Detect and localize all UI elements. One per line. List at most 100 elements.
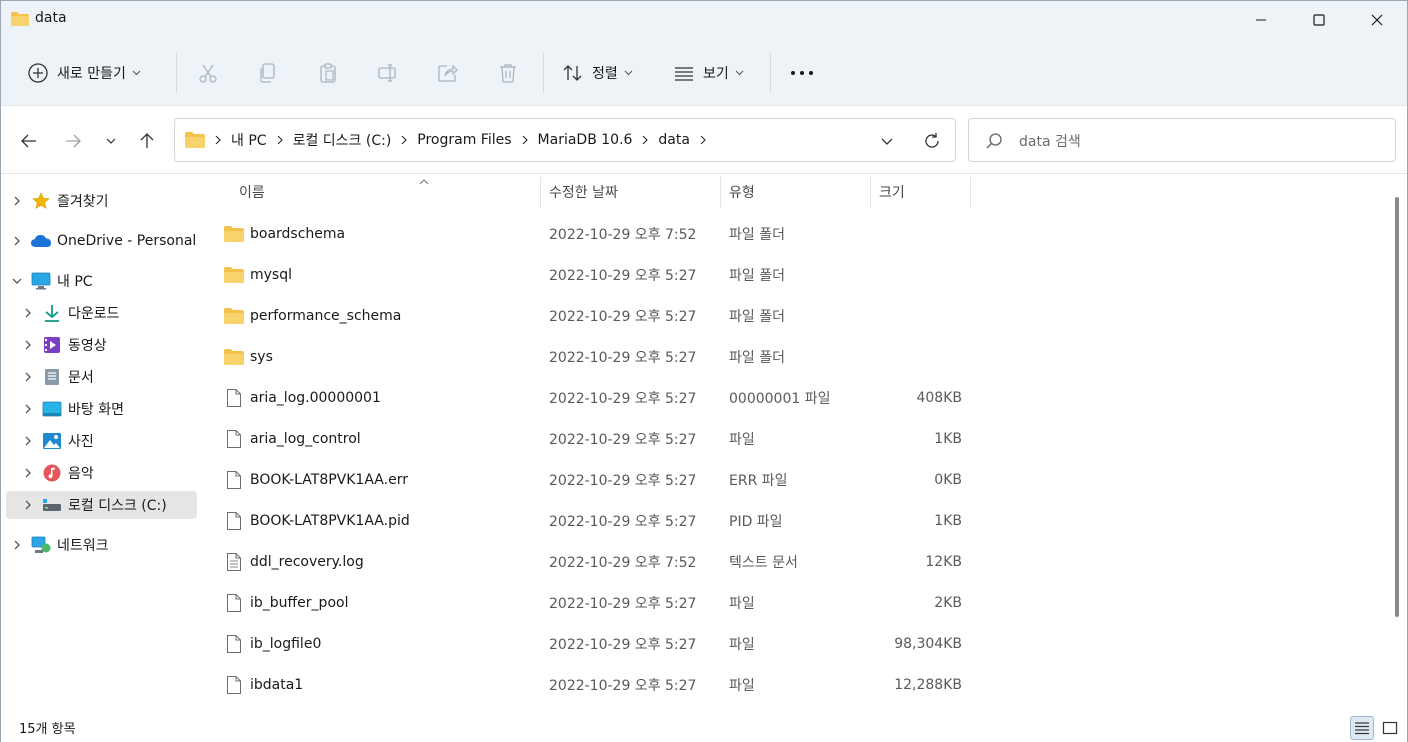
delete-button[interactable] [497, 39, 519, 106]
breadcrumb-item[interactable]: data [658, 132, 690, 148]
sort-button[interactable]: 정렬 [562, 39, 633, 106]
chevron-right-icon[interactable] [9, 193, 25, 209]
sidebar-item-local-disk[interactable]: 로컬 디스크 (C:) [6, 491, 197, 519]
copy-button[interactable] [257, 39, 279, 106]
chevron-right-icon[interactable] [642, 135, 649, 145]
sort-ascending-icon [419, 173, 429, 189]
sidebar-item-this-pc[interactable]: 내 PC [9, 267, 93, 295]
table-row[interactable]: aria_log_control 2022-10-29 오후 5:27 파일 1KB [200, 418, 1200, 459]
table-row[interactable]: mysql 2022-10-29 오후 5:27 파일 폴더 [200, 254, 1200, 295]
column-divider[interactable] [970, 177, 971, 209]
chevron-right-icon[interactable] [20, 433, 36, 449]
address-history-button[interactable] [875, 129, 899, 153]
chevron-right-icon[interactable] [20, 369, 36, 385]
file-name-cell[interactable]: performance_schema [224, 295, 401, 336]
sidebar-item-favorites[interactable]: 즐겨찾기 [9, 187, 109, 215]
table-row[interactable]: ib_logfile0 2022-10-29 오후 5:27 파일 98,304KB [200, 623, 1200, 664]
chevron-right-icon[interactable] [9, 537, 25, 553]
column-divider[interactable] [870, 177, 871, 209]
column-header-date[interactable]: 수정한 날짜 [549, 175, 719, 209]
paste-button[interactable] [317, 39, 339, 106]
recent-locations-button[interactable] [96, 126, 126, 156]
search-input[interactable]: data 검색 [968, 118, 1396, 162]
sidebar-item-pictures[interactable]: 사진 [20, 427, 94, 455]
download-icon [42, 303, 62, 323]
chevron-right-icon[interactable] [215, 135, 221, 145]
sidebar-item-network[interactable]: 네트워크 [9, 531, 109, 559]
column-header-label: 크기 [879, 185, 905, 201]
breadcrumb-item[interactable]: 로컬 디스크 (C:) [293, 130, 392, 150]
clipboard-icon [320, 62, 336, 83]
close-button[interactable] [1348, 1, 1406, 39]
column-divider[interactable] [540, 177, 541, 209]
file-name-cell[interactable]: BOOK-LAT8PVK1AA.pid [224, 500, 410, 541]
chevron-right-icon[interactable] [522, 135, 528, 145]
file-name-cell[interactable]: BOOK-LAT8PVK1AA.err [224, 459, 408, 500]
chevron-right-icon[interactable] [9, 233, 25, 249]
file-name-cell[interactable]: aria_log.00000001 [224, 377, 381, 418]
network-icon [31, 535, 51, 555]
table-row[interactable]: BOOK-LAT8PVK1AA.err 2022-10-29 오후 5:27 ERR… [200, 459, 1200, 500]
column-header-type[interactable]: 유형 [729, 175, 869, 209]
file-name-cell[interactable]: aria_log_control [224, 418, 361, 459]
chevron-right-icon[interactable] [700, 135, 706, 145]
file-icon [224, 429, 244, 449]
refresh-button[interactable] [920, 129, 944, 153]
chevron-right-icon[interactable] [401, 135, 408, 145]
sidebar-item-downloads[interactable]: 다운로드 [20, 299, 120, 327]
table-row[interactable]: performance_schema 2022-10-29 오후 5:27 파일 폴… [200, 295, 1200, 336]
breadcrumb-item[interactable]: Program Files [417, 132, 511, 148]
folder-icon [224, 306, 244, 326]
column-header-name[interactable]: 이름 [239, 175, 539, 209]
scrollbar-thumb[interactable] [1395, 197, 1399, 617]
column-divider[interactable] [720, 177, 721, 209]
cut-button[interactable] [197, 39, 219, 106]
chevron-right-icon[interactable] [277, 135, 283, 145]
chevron-right-icon[interactable] [20, 337, 36, 353]
view-button[interactable]: 보기 [673, 39, 744, 106]
maximize-button[interactable] [1290, 1, 1348, 39]
sidebar-item-videos[interactable]: 동영상 [20, 331, 107, 359]
vertical-scrollbar[interactable] [1388, 175, 1408, 713]
column-header-size[interactable]: 크기 [879, 175, 969, 209]
file-name-cell[interactable]: mysql [224, 254, 292, 295]
breadcrumb-item[interactable]: 내 PC [231, 130, 267, 150]
table-row[interactable]: ibdata1 2022-10-29 오후 5:27 파일 12,288KB [200, 664, 1200, 705]
file-name-cell[interactable]: ib_buffer_pool [224, 582, 348, 623]
chevron-right-icon[interactable] [20, 305, 36, 321]
chevron-right-icon[interactable] [20, 465, 36, 481]
sidebar-item-music[interactable]: 음악 [20, 459, 94, 487]
file-name-cell[interactable]: boardschema [224, 213, 345, 254]
file-name-cell[interactable]: ib_logfile0 [224, 623, 321, 664]
more-options-button[interactable] [790, 39, 814, 106]
file-name-cell[interactable]: ddl_recovery.log [224, 541, 364, 582]
sidebar-item-documents[interactable]: 문서 [20, 363, 94, 391]
address-bar[interactable]: 내 PC 로컬 디스크 (C:) Program Files MariaDB 1… [174, 118, 956, 162]
chevron-right-icon[interactable] [20, 401, 36, 417]
table-row[interactable]: sys 2022-10-29 오후 5:27 파일 폴더 [200, 336, 1200, 377]
title-bar[interactable]: data [1, 1, 1407, 39]
desktop-icon [42, 399, 62, 419]
up-button[interactable] [132, 126, 162, 156]
new-button[interactable]: 새로 만들기 [27, 39, 141, 106]
chevron-down-icon[interactable] [9, 273, 25, 289]
details-view-button[interactable] [1350, 716, 1374, 740]
share-button[interactable] [437, 39, 459, 106]
table-row[interactable]: aria_log.00000001 2022-10-29 오후 5:27 00000… [200, 377, 1200, 418]
table-row[interactable]: boardschema 2022-10-29 오후 7:52 파일 폴더 [200, 213, 1200, 254]
breadcrumb-item[interactable]: MariaDB 10.6 [538, 132, 633, 148]
minimize-button[interactable] [1232, 1, 1290, 39]
back-button[interactable] [14, 126, 44, 156]
file-name-cell[interactable]: ibdata1 [224, 664, 303, 705]
rename-button[interactable] [377, 39, 399, 106]
large-icons-view-button[interactable] [1378, 716, 1402, 740]
chevron-right-icon[interactable] [20, 497, 36, 513]
sidebar-item-onedrive[interactable]: OneDrive - Personal [9, 227, 196, 255]
table-row[interactable]: BOOK-LAT8PVK1AA.pid 2022-10-29 오후 5:27 PID… [200, 500, 1200, 541]
search-placeholder: data 검색 [1019, 134, 1081, 150]
table-row[interactable]: ib_buffer_pool 2022-10-29 오후 5:27 파일 2KB [200, 582, 1200, 623]
file-name-cell[interactable]: sys [224, 336, 273, 377]
forward-button[interactable] [58, 126, 88, 156]
table-row[interactable]: ddl_recovery.log 2022-10-29 오후 7:52 텍스트 문서… [200, 541, 1200, 582]
sidebar-item-desktop[interactable]: 바탕 화면 [20, 395, 124, 423]
